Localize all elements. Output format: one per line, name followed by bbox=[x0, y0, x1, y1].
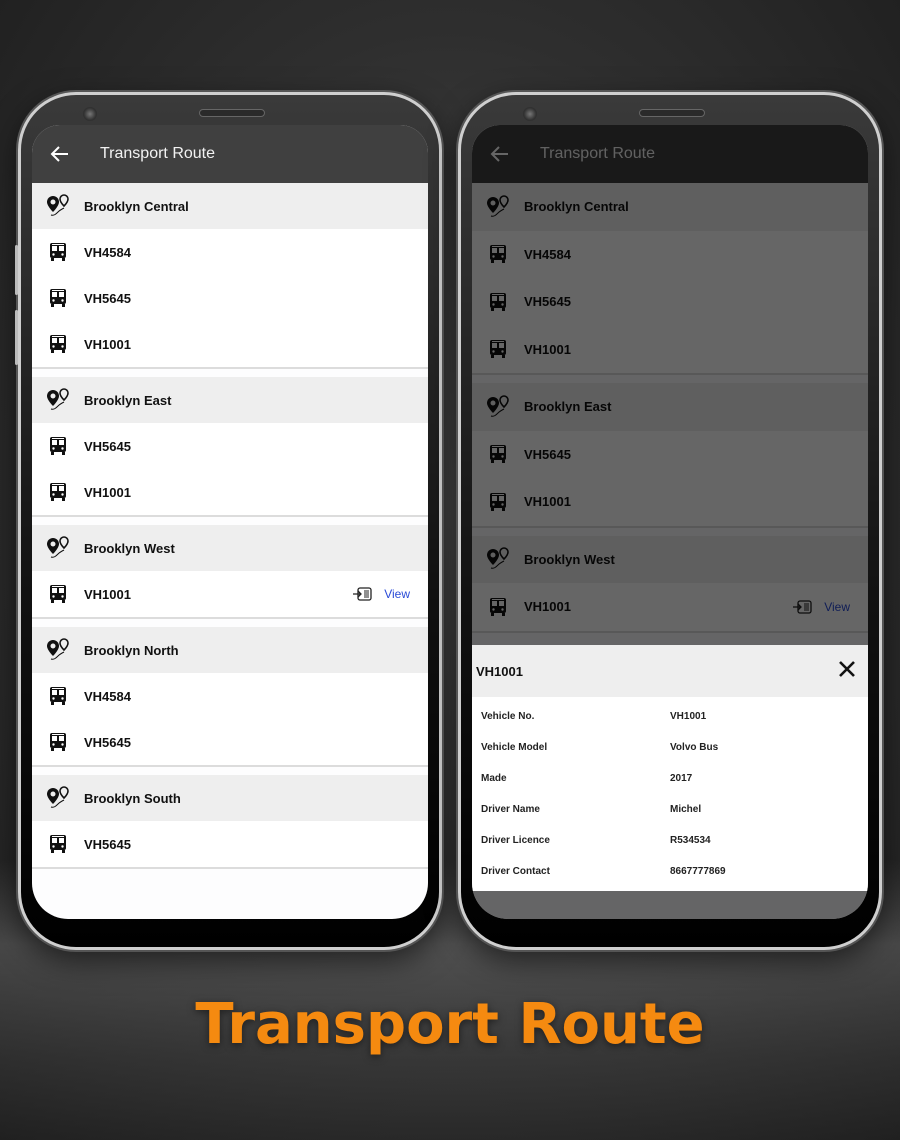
detail-row: Made 2017 bbox=[481, 763, 868, 794]
vehicle-id: VH1001 bbox=[84, 336, 131, 352]
bus-icon bbox=[50, 733, 66, 751]
vehicle-detail-dialog: VH1001 Vehicle No. VH1001 Vehicle Model Vol… bbox=[472, 645, 868, 891]
detail-label: Driver Contact bbox=[481, 866, 550, 877]
route-group: Brooklyn East VH5645 VH1001 bbox=[32, 377, 428, 517]
route-group: Brooklyn West VH1001 View bbox=[32, 525, 428, 619]
bus-icon bbox=[50, 483, 66, 501]
route-pin-icon bbox=[47, 194, 69, 216]
route-header[interactable]: Brooklyn West bbox=[32, 525, 428, 571]
vehicle-row[interactable]: VH1001 View bbox=[32, 571, 428, 617]
vehicle-id: VH5645 bbox=[84, 836, 131, 852]
detail-row: Driver Contact 8667777869 bbox=[481, 856, 868, 887]
promo-caption: Transport Route bbox=[195, 992, 705, 1057]
vehicle-row[interactable]: VH5645 bbox=[32, 275, 428, 321]
route-pin-icon bbox=[47, 786, 69, 808]
vehicle-row[interactable]: VH4584 bbox=[32, 673, 428, 719]
close-button[interactable] bbox=[838, 660, 856, 683]
detail-row: Driver Name Michel bbox=[481, 794, 868, 825]
volume-button bbox=[15, 310, 18, 365]
back-button[interactable] bbox=[32, 144, 88, 164]
bus-icon bbox=[50, 437, 66, 455]
close-icon bbox=[839, 660, 855, 677]
page-title: Transport Route bbox=[100, 145, 216, 162]
route-name: Brooklyn East bbox=[84, 392, 172, 408]
bus-icon bbox=[50, 835, 66, 853]
app-bar: Transport Route bbox=[32, 125, 428, 183]
route-name: Brooklyn West bbox=[84, 540, 175, 556]
phone-left: Transport Route Brooklyn Central VH4584 VH… bbox=[15, 92, 442, 950]
front-camera bbox=[83, 107, 97, 121]
route-header[interactable]: Brooklyn South bbox=[32, 775, 428, 821]
vehicle-id: VH4584 bbox=[84, 688, 131, 704]
route-group: Brooklyn Central VH4584 VH5645 VH1001 bbox=[32, 183, 428, 369]
bus-icon bbox=[50, 585, 66, 603]
detail-value: Volvo Bus bbox=[670, 742, 719, 753]
detail-value: VH1001 bbox=[670, 711, 707, 722]
detail-label: Driver Licence bbox=[481, 835, 550, 846]
arrow-left-icon bbox=[50, 146, 68, 162]
detail-value: 8667777869 bbox=[670, 866, 726, 877]
route-name: Brooklyn South bbox=[84, 790, 181, 806]
vehicle-id: VH4584 bbox=[84, 244, 131, 260]
detail-label: Driver Name bbox=[481, 804, 540, 815]
detail-label: Vehicle No. bbox=[481, 711, 535, 722]
detail-row: Vehicle No. VH1001 bbox=[481, 701, 868, 732]
screen-route-list: Transport Route Brooklyn Central VH4584 VH… bbox=[32, 125, 428, 919]
route-header[interactable]: Brooklyn Central bbox=[32, 183, 428, 229]
detail-row: Vehicle Model Volvo Bus bbox=[481, 732, 868, 763]
bus-icon bbox=[50, 289, 66, 307]
vehicle-id: VH5645 bbox=[84, 438, 131, 454]
bus-icon bbox=[50, 687, 66, 705]
route-name: Brooklyn Central bbox=[84, 198, 189, 214]
vehicle-row[interactable]: VH5645 bbox=[32, 423, 428, 469]
route-pin-icon bbox=[47, 638, 69, 660]
vehicle-row[interactable]: VH5645 bbox=[32, 821, 428, 867]
dialog-header: VH1001 bbox=[472, 645, 868, 697]
vehicle-row[interactable]: VH1001 bbox=[32, 321, 428, 367]
view-button[interactable]: View bbox=[352, 587, 410, 601]
route-pin-icon bbox=[47, 536, 69, 558]
detail-value: Michel bbox=[670, 804, 702, 815]
detail-row: Driver Licence R534534 bbox=[481, 825, 868, 856]
route-group: Brooklyn South VH5645 bbox=[32, 775, 428, 869]
dialog-details: Vehicle No. VH1001 Vehicle Model Volvo Bus M… bbox=[472, 697, 868, 887]
vehicle-id: VH5645 bbox=[84, 734, 131, 750]
route-pin-icon bbox=[47, 388, 69, 410]
route-name: Brooklyn North bbox=[84, 642, 179, 658]
bus-icon bbox=[50, 243, 66, 261]
vehicle-id: VH1001 bbox=[84, 586, 131, 602]
detail-value: 2017 bbox=[670, 773, 693, 784]
screen-vehicle-dialog: Transport Route Brooklyn CentralVH4584VH… bbox=[472, 125, 868, 919]
detail-label: Made bbox=[481, 773, 507, 784]
bus-icon bbox=[50, 335, 66, 353]
phone-right: Transport Route Brooklyn CentralVH4584VH… bbox=[458, 92, 882, 950]
detail-value: R534534 bbox=[670, 835, 711, 846]
route-header[interactable]: Brooklyn North bbox=[32, 627, 428, 673]
view-details-icon bbox=[353, 587, 372, 601]
route-list: Brooklyn CentralVH4584VH5645VH1001Brookl… bbox=[32, 183, 428, 869]
view-link[interactable]: View bbox=[384, 587, 410, 601]
vehicle-row[interactable]: VH4584 bbox=[32, 229, 428, 275]
earpiece-speaker bbox=[199, 109, 265, 117]
detail-label: Vehicle Model bbox=[481, 742, 548, 753]
route-header[interactable]: Brooklyn East bbox=[32, 377, 428, 423]
front-camera bbox=[523, 107, 537, 121]
vehicle-id: VH1001 bbox=[84, 484, 131, 500]
vehicle-row[interactable]: VH1001 bbox=[32, 469, 428, 515]
volume-button bbox=[15, 245, 18, 295]
dialog-title: VH1001 bbox=[476, 663, 523, 679]
vehicle-row[interactable]: VH5645 bbox=[32, 719, 428, 765]
route-group: Brooklyn North VH4584 VH5645 bbox=[32, 627, 428, 767]
vehicle-id: VH5645 bbox=[84, 290, 131, 306]
earpiece-speaker bbox=[639, 109, 705, 117]
